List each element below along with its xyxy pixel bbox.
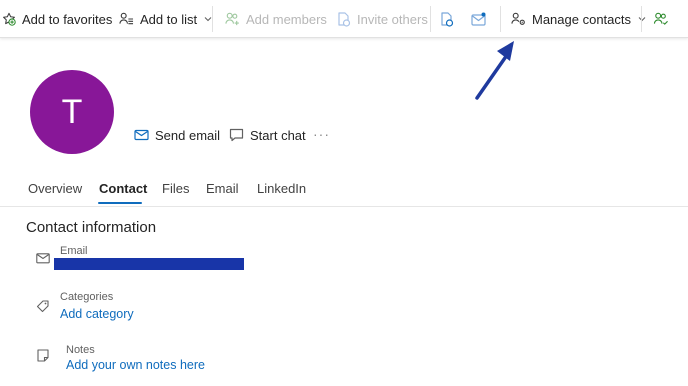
tag-icon: [36, 300, 49, 313]
add-category-link[interactable]: Add category: [60, 307, 134, 321]
tab-files[interactable]: Files: [162, 181, 189, 196]
section-title: Contact information: [26, 219, 157, 236]
email-value-redacted: [54, 258, 244, 270]
send-email-button[interactable]: Send email: [134, 126, 220, 144]
notes-label: Notes: [66, 344, 95, 356]
chat-icon: [229, 128, 244, 142]
start-chat-label: Start chat: [250, 127, 306, 143]
mail-icon: [134, 129, 149, 141]
tab-overview[interactable]: Overview: [28, 181, 82, 196]
avatar: T: [30, 70, 114, 154]
tab-email[interactable]: Email: [206, 181, 239, 196]
note-icon: [37, 349, 49, 362]
tabs-divider: [0, 206, 688, 207]
categories-label: Categories: [60, 291, 114, 303]
send-email-label: Send email: [155, 127, 221, 143]
active-tab-indicator: [98, 202, 142, 204]
mail-icon: [36, 253, 50, 264]
avatar-initial: T: [61, 92, 83, 131]
more-actions-button[interactable]: ···: [313, 126, 330, 142]
start-chat-button[interactable]: Start chat: [229, 126, 306, 144]
tab-contact[interactable]: Contact: [99, 181, 147, 196]
add-notes-link[interactable]: Add your own notes here: [66, 358, 205, 372]
email-label: Email: [60, 245, 88, 257]
tab-linkedin[interactable]: LinkedIn: [257, 181, 306, 196]
